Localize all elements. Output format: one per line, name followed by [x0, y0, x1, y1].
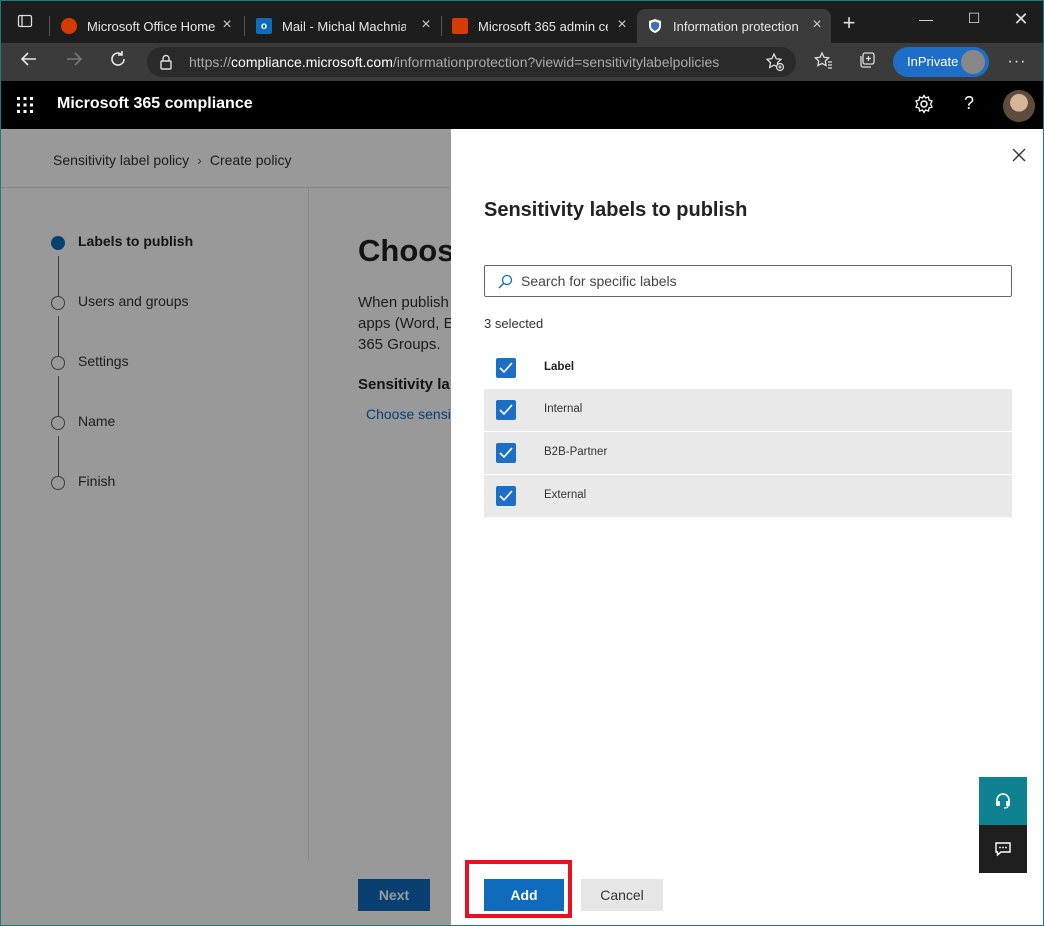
label-name: External [544, 489, 587, 501]
close-icon[interactable]: × [418, 17, 434, 33]
close-icon[interactable]: × [809, 17, 825, 33]
app-title[interactable]: Microsoft 365 compliance [57, 95, 253, 113]
lock-icon[interactable] [159, 54, 175, 70]
tab-actions-icon[interactable] [5, 13, 45, 32]
tab-title: Microsoft Office Home [87, 18, 216, 34]
tab-office-home[interactable]: Microsoft Office Home × [51, 9, 241, 43]
more-options-icon[interactable]: ··· [1005, 50, 1029, 74]
inprivate-button[interactable]: InPrivate [893, 47, 989, 77]
selected-count: 3 selected [484, 316, 544, 331]
search-input[interactable] [521, 271, 1001, 291]
search-icon [497, 274, 513, 290]
tab-admin-center[interactable]: Microsoft 365 admin cen × [442, 9, 636, 43]
row-checkbox[interactable] [496, 443, 516, 463]
select-all-checkbox[interactable] [496, 358, 516, 378]
table-row[interactable]: External [484, 475, 1012, 518]
label-name: Internal [544, 403, 583, 415]
app-header: Microsoft 365 compliance ? [1, 81, 1043, 129]
settings-icon[interactable] [913, 94, 935, 119]
close-icon[interactable] [1011, 147, 1027, 163]
url-text: https://compliance.microsoft.com/informa… [189, 54, 720, 70]
maximize-icon[interactable]: ☐ [954, 10, 994, 27]
close-icon[interactable]: × [614, 17, 630, 33]
headset-icon [996, 793, 1010, 809]
feedback-button[interactable] [979, 825, 1027, 873]
tab-mail[interactable]: o Mail - Michal Machniak × [246, 9, 440, 43]
favorites-icon[interactable] [811, 50, 835, 74]
row-checkbox[interactable] [496, 486, 516, 506]
help-support-button[interactable] [979, 777, 1027, 825]
office-icon [61, 18, 77, 34]
new-tab-icon[interactable]: + [829, 10, 869, 36]
minimize-icon[interactable]: — [906, 11, 946, 27]
modal-overlay[interactable] [1, 129, 451, 925]
table-row[interactable]: Internal [484, 389, 1012, 432]
tab-title: Mail - Michal Machniak [282, 18, 406, 34]
table-row[interactable]: B2B-Partner [484, 432, 1012, 475]
inprivate-label: InPrivate [907, 54, 959, 69]
table-header-row: Label [484, 347, 1012, 389]
address-bar: https://compliance.microsoft.com/informa… [1, 43, 1043, 81]
add-button[interactable]: Add [484, 879, 564, 911]
back-icon[interactable] [17, 50, 41, 74]
panel-title: Sensitivity labels to publish [484, 199, 748, 221]
help-icon[interactable]: ? [961, 93, 977, 114]
window-close-icon[interactable]: ✕ [1001, 9, 1041, 30]
office-admin-icon [452, 18, 468, 34]
browser-window: Microsoft Office Home × o Mail - Michal … [1, 1, 1043, 925]
forward-icon[interactable] [62, 50, 86, 74]
add-favorite-icon[interactable] [765, 52, 785, 77]
tab-title: Microsoft 365 admin cen [478, 18, 608, 34]
column-header-label[interactable]: Label [544, 361, 574, 373]
feedback-icon [995, 842, 1011, 857]
shield-icon [647, 18, 663, 34]
cancel-button[interactable]: Cancel [581, 879, 663, 911]
app-launcher-icon[interactable] [15, 95, 35, 115]
search-field[interactable] [484, 265, 1012, 297]
labels-panel: Sensitivity labels to publish 3 selected… [451, 129, 1043, 925]
label-name: B2B-Partner [544, 446, 608, 458]
url-field[interactable]: https://compliance.microsoft.com/informa… [147, 47, 796, 77]
tab-bar: Microsoft Office Home × o Mail - Michal … [1, 1, 1043, 43]
user-avatar[interactable] [1003, 90, 1035, 122]
profile-avatar [961, 50, 985, 74]
labels-table: Label Internal B2B-Partner External [484, 347, 1012, 518]
outlook-icon: o [256, 18, 272, 34]
refresh-icon[interactable] [106, 50, 130, 74]
row-checkbox[interactable] [496, 400, 516, 420]
collections-icon[interactable] [855, 50, 879, 74]
tab-information-protection[interactable]: Information protection - × [637, 9, 831, 43]
close-icon[interactable]: × [219, 17, 235, 33]
tab-title: Information protection - [673, 18, 801, 34]
